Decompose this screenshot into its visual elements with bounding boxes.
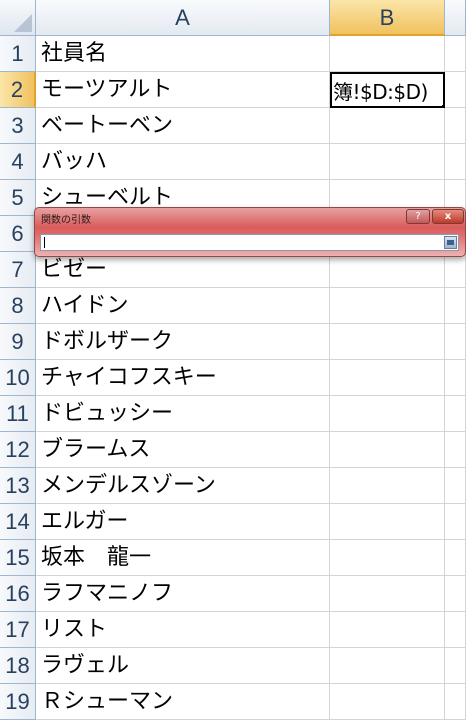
cell-b[interactable] <box>330 576 445 612</box>
row-header[interactable]: 12 <box>0 432 36 468</box>
text-caret <box>44 237 45 248</box>
cell-b[interactable] <box>330 144 445 180</box>
cell-c[interactable] <box>445 396 466 432</box>
cell-c[interactable] <box>445 576 466 612</box>
cell-c[interactable] <box>445 648 466 684</box>
cell-c[interactable] <box>445 324 466 360</box>
row-header[interactable]: 5 <box>0 180 36 216</box>
spreadsheet-grid: A B 1 社員名 2 モーツアルト 簿!$D:$D) 3 ベートーベン 4 バッハ 5 シューベル… <box>0 0 466 720</box>
cell-a[interactable]: ドボルザーク <box>36 324 330 360</box>
cell-c[interactable] <box>445 468 466 504</box>
row-header[interactable]: 9 <box>0 324 36 360</box>
row-header[interactable]: 17 <box>0 612 36 648</box>
cell-c[interactable] <box>445 540 466 576</box>
cell-a[interactable]: 社員名 <box>36 36 330 72</box>
cell-b[interactable] <box>330 360 445 396</box>
cell-c[interactable] <box>445 144 466 180</box>
cell-b[interactable] <box>330 504 445 540</box>
cell-b[interactable] <box>330 36 445 72</box>
row-header[interactable]: 19 <box>0 684 36 720</box>
dialog-title: 関数の引数 <box>41 215 91 226</box>
cell-c[interactable] <box>445 432 466 468</box>
cell-c[interactable] <box>445 612 466 648</box>
row-header[interactable]: 3 <box>0 108 36 144</box>
cell-c[interactable] <box>445 108 466 144</box>
cell-c[interactable] <box>445 684 466 720</box>
help-button[interactable]: ? <box>406 209 430 224</box>
cell-c[interactable] <box>445 288 466 324</box>
cell-b[interactable] <box>330 108 445 144</box>
row-header[interactable]: 15 <box>0 540 36 576</box>
argument-input[interactable] <box>40 234 459 251</box>
cell-c[interactable] <box>445 504 466 540</box>
cell-c[interactable] <box>445 252 466 288</box>
cell-b[interactable] <box>330 396 445 432</box>
cell-a[interactable]: モーツアルト <box>36 72 330 108</box>
cell-c[interactable] <box>445 36 466 72</box>
cell-b[interactable] <box>330 468 445 504</box>
cell-c[interactable] <box>445 72 466 108</box>
cell-b[interactable] <box>330 432 445 468</box>
cell-a[interactable]: ビゼー <box>36 252 330 288</box>
cell-b[interactable] <box>330 540 445 576</box>
cell-a[interactable]: メンデルスゾーン <box>36 468 330 504</box>
cell-b[interactable] <box>330 288 445 324</box>
row-header[interactable]: 11 <box>0 396 36 432</box>
cell-b[interactable] <box>330 252 445 288</box>
row-header[interactable]: 16 <box>0 576 36 612</box>
row-header[interactable]: 1 <box>0 36 36 72</box>
cell-a[interactable]: ブラームス <box>36 432 330 468</box>
column-header-a[interactable]: A <box>36 0 330 36</box>
cell-a[interactable]: 坂本 龍一 <box>36 540 330 576</box>
expand-dialog-icon[interactable] <box>444 236 457 249</box>
cell-a[interactable]: Ｒシューマン <box>36 684 330 720</box>
cell-a[interactable]: エルガー <box>36 504 330 540</box>
close-button[interactable]: x <box>432 209 464 224</box>
cell-a[interactable]: ラフマニノフ <box>36 576 330 612</box>
function-arguments-dialog[interactable]: 関数の引数 ? x <box>34 207 466 257</box>
cell-a[interactable]: ドビュッシー <box>36 396 330 432</box>
cell-a[interactable]: ハイドン <box>36 288 330 324</box>
cell-b[interactable] <box>330 684 445 720</box>
column-header-c[interactable] <box>445 0 466 36</box>
row-header[interactable]: 14 <box>0 504 36 540</box>
cell-a[interactable]: リスト <box>36 612 330 648</box>
row-header[interactable]: 10 <box>0 360 36 396</box>
cell-a[interactable]: チャイコフスキー <box>36 360 330 396</box>
cell-b[interactable] <box>330 612 445 648</box>
row-header[interactable]: 7 <box>0 252 36 288</box>
active-cell-b-formula[interactable]: 簿!$D:$D) <box>330 72 445 108</box>
cell-a[interactable]: ラヴェル <box>36 648 330 684</box>
cell-a[interactable]: ベートーベン <box>36 108 330 144</box>
select-all-corner[interactable] <box>0 0 36 36</box>
cell-b[interactable] <box>330 648 445 684</box>
cell-c[interactable] <box>445 360 466 396</box>
row-header[interactable]: 18 <box>0 648 36 684</box>
row-header[interactable]: 6 <box>0 216 36 252</box>
row-header[interactable]: 13 <box>0 468 36 504</box>
row-header[interactable]: 2 <box>0 72 36 108</box>
row-header[interactable]: 8 <box>0 288 36 324</box>
column-header-b[interactable]: B <box>330 0 445 36</box>
cell-a[interactable]: バッハ <box>36 144 330 180</box>
row-header[interactable]: 4 <box>0 144 36 180</box>
cell-b[interactable] <box>330 324 445 360</box>
